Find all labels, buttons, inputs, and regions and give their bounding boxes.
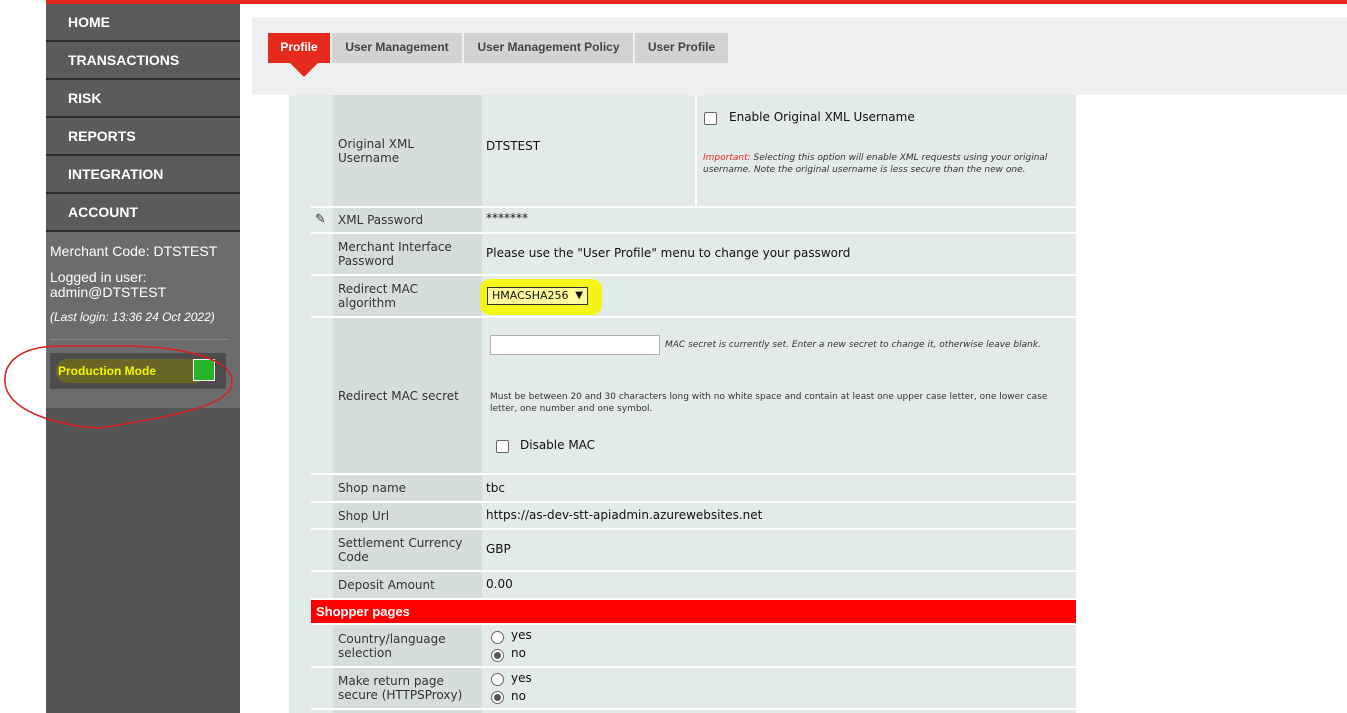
nav-transactions[interactable]: TRANSACTIONS — [46, 42, 240, 80]
sidebar-user-info: Merchant Code: DTSTEST Logged in user: a… — [46, 232, 240, 408]
row-shop-url: Shop Url https://as-dev-stt-apiadmin.azu… — [311, 503, 1076, 528]
country-language-yes-label: yes — [511, 628, 532, 642]
mac-secret-requirements: Must be between 20 and 30 characters lon… — [490, 392, 1048, 414]
production-mode-indicator[interactable] — [193, 359, 215, 381]
label-xml-password: XML Password — [333, 208, 482, 232]
value-original-xml-username: DTSTEST — [486, 139, 541, 153]
label-return-page-secure: Make return page secure (HTTPSProxy) — [333, 668, 482, 708]
pencil-icon[interactable]: ✎ — [315, 212, 326, 227]
logged-in-user: admin@DTSTEST — [50, 284, 167, 300]
country-language-no-radio[interactable] — [491, 649, 504, 662]
value-settlement-currency: GBP — [486, 542, 511, 556]
sidebar: HOME TRANSACTIONS RISK REPORTS INTEGRATI… — [46, 4, 240, 713]
label-merchant-interface-password: Merchant Interface Password — [333, 234, 482, 274]
chevron-down-icon: ▼ — [575, 290, 583, 301]
nav-home[interactable]: HOME — [46, 4, 240, 42]
enable-original-xml-username-label: Enable Original XML Username — [729, 110, 915, 124]
important-text: Selecting this option will enable XML re… — [703, 153, 1048, 175]
active-tab-pointer — [290, 63, 318, 77]
nav-account[interactable]: ACCOUNT — [46, 194, 240, 232]
label-redirect-mac-algorithm: Redirect MAC algorithm — [333, 276, 482, 316]
row-settlement-currency: Settlement Currency Code GBP — [311, 530, 1076, 570]
nav-risk[interactable]: RISK — [46, 80, 240, 118]
nav-reports[interactable]: REPORTS — [46, 118, 240, 156]
return-page-yes-label: yes — [511, 671, 532, 685]
sidebar-divider — [50, 339, 228, 340]
logged-in-label: Logged in user: — [50, 269, 147, 285]
row-country-language: Country/language selection yes no — [311, 625, 1076, 666]
production-mode-panel: Production Mode — [50, 353, 226, 389]
row-redirect-mac-algorithm: Redirect MAC algorithm — [311, 276, 1076, 316]
enable-original-xml-username-checkbox[interactable] — [704, 112, 717, 125]
value-xml-password: ******* — [486, 211, 528, 225]
value-deposit-amount: 0.00 — [486, 577, 513, 591]
important-label: Important: — [703, 153, 751, 163]
form-edit-column — [289, 95, 311, 713]
mac-algorithm-value: HMACSHA256 — [492, 289, 569, 302]
value-shop-url: https://as-dev-stt-apiadmin.azurewebsite… — [486, 508, 763, 522]
label-shop-url: Shop Url — [333, 503, 482, 528]
production-mode-label: Production Mode — [58, 364, 156, 378]
top-accent-bar — [46, 0, 1347, 4]
tab-user-profile[interactable]: User Profile — [635, 33, 728, 63]
return-page-no-label: no — [511, 689, 526, 703]
return-page-yes-radio[interactable] — [491, 673, 504, 686]
row-original-xml-username: Original XML Username DTSTEST Enable Ori… — [311, 95, 1076, 206]
label-country-language: Country/language selection — [333, 625, 482, 666]
tab-profile[interactable]: Profile — [268, 33, 330, 63]
value-shop-name: tbc — [486, 481, 505, 495]
cell-divider — [695, 95, 697, 206]
label-shop-name: Shop name — [333, 475, 482, 501]
country-language-yes-radio[interactable] — [491, 631, 504, 644]
row-xml-password: ✎ XML Password ******* — [311, 208, 1076, 232]
country-language-no-label: no — [511, 646, 526, 660]
value-merchant-interface-password: Please use the "User Profile" menu to ch… — [486, 246, 851, 260]
mac-secret-note: MAC secret is currently set. Enter a new… — [665, 340, 1041, 350]
label-deposit-amount: Deposit Amount — [333, 572, 482, 598]
disable-mac-checkbox[interactable] — [496, 440, 509, 453]
mac-algorithm-select[interactable]: HMACSHA256 ▼ — [487, 287, 588, 305]
row-return-page-secure: Make return page secure (HTTPSProxy) yes… — [311, 668, 1076, 708]
tab-user-management-policy[interactable]: User Management Policy — [464, 33, 633, 63]
tab-user-management[interactable]: User Management — [332, 33, 462, 63]
label-settlement-currency: Settlement Currency Code — [333, 530, 482, 570]
return-page-no-radio[interactable] — [491, 691, 504, 704]
row-deposit-amount: Deposit Amount 0.00 — [311, 572, 1076, 598]
row-merchant-interface-password: Merchant Interface Password Please use t… — [311, 234, 1076, 274]
last-login: (Last login: 13:36 24 Oct 2022) — [50, 310, 215, 324]
label-original-xml-username: Original XML Username — [333, 95, 482, 206]
row-redirect-mac-secret: Redirect MAC secret MAC secret is curren… — [311, 318, 1076, 473]
nav-integration[interactable]: INTEGRATION — [46, 156, 240, 194]
disable-mac-label: Disable MAC — [520, 438, 596, 452]
row-shop-name: Shop name tbc — [311, 475, 1076, 501]
section-header-shopper-pages: Shopper pages — [311, 600, 1076, 623]
merchant-code: Merchant Code: DTSTEST — [50, 243, 218, 259]
label-redirect-mac-secret: Redirect MAC secret — [333, 318, 482, 473]
original-xml-note: Important: Selecting this option will en… — [703, 152, 1073, 176]
